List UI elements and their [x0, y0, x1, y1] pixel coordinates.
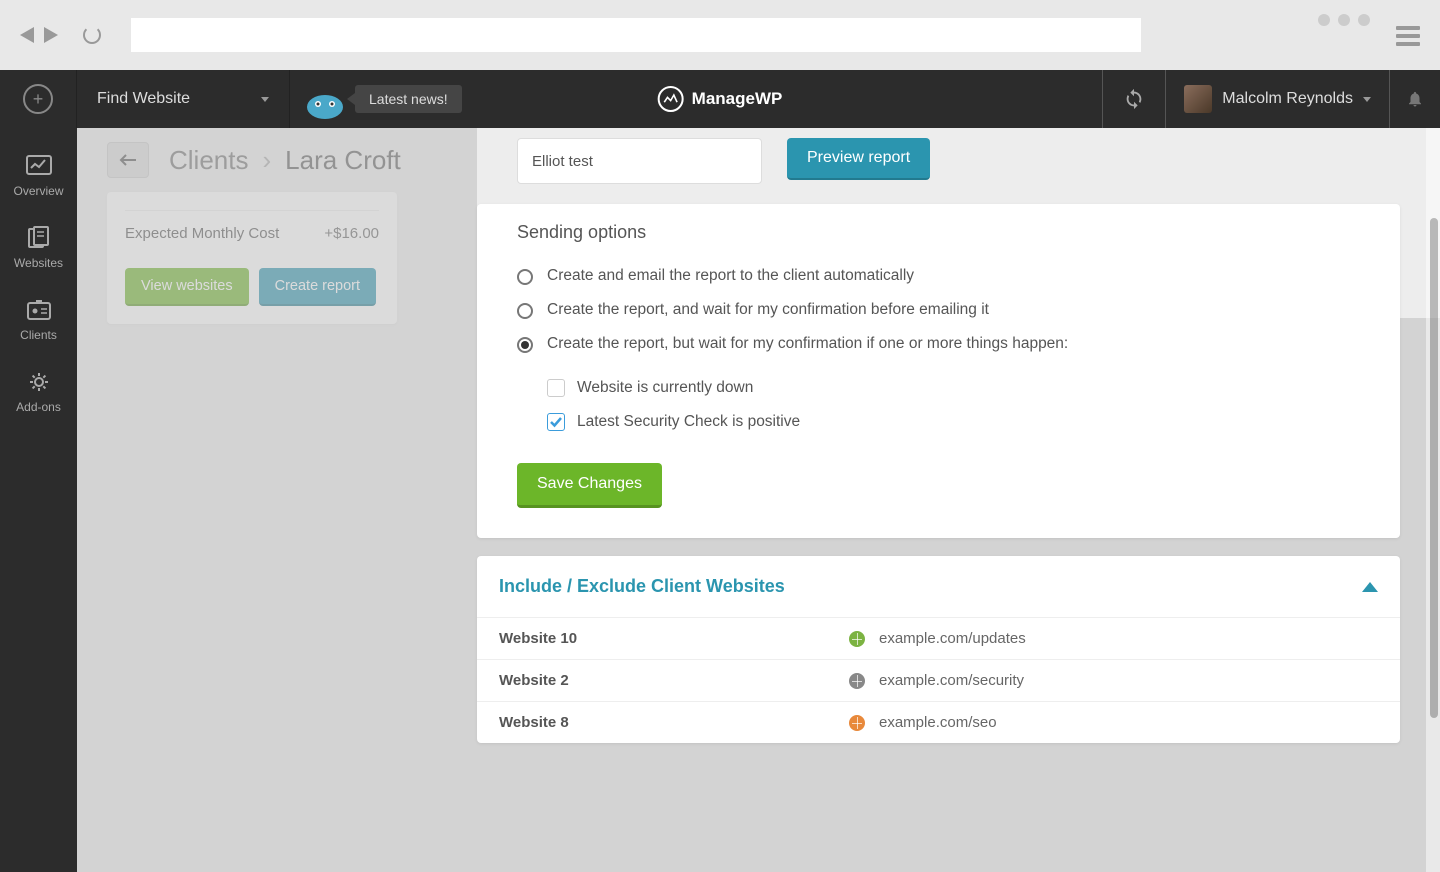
radio-conditional-label: Create the report, but wait for my confi… — [547, 335, 1068, 353]
site-url: example.com/security — [879, 672, 1024, 689]
find-website-label: Find Website — [97, 90, 190, 108]
find-website-dropdown[interactable]: Find Website — [77, 70, 290, 128]
globe-icon — [849, 673, 865, 689]
radio-auto-label: Create and email the report to the clien… — [547, 267, 914, 285]
mascot-icon — [300, 79, 350, 119]
radio-confirm[interactable] — [517, 303, 533, 319]
checkbox-security-check-label: Latest Security Check is positive — [577, 413, 800, 431]
breadcrumb-current: Lara Croft — [285, 145, 401, 176]
sending-options-title: Sending options — [517, 204, 1360, 259]
notifications-button[interactable] — [1390, 70, 1440, 128]
site-url: example.com/seo — [879, 714, 997, 731]
radio-auto[interactable] — [517, 269, 533, 285]
gear-icon — [25, 370, 53, 394]
scrollbar-thumb[interactable] — [1430, 218, 1438, 718]
avatar — [1184, 85, 1212, 113]
sidebar-item-addons[interactable]: Add-ons — [0, 356, 77, 428]
radio-conditional[interactable] — [517, 337, 533, 353]
arrow-left-icon — [118, 153, 138, 167]
preview-report-button[interactable]: Preview report — [787, 138, 930, 180]
window-dots — [1318, 14, 1370, 26]
sidebar-item-label: Websites — [14, 256, 63, 270]
plus-icon: + — [23, 84, 53, 114]
sending-options-panel: Sending options Create and email the rep… — [477, 204, 1400, 538]
cost-card: Expected Monthly Cost +$16.00 View websi… — [107, 192, 397, 324]
url-bar[interactable] — [131, 18, 1141, 52]
app-header: + Find Website Latest news! ManageWP Mal… — [0, 70, 1440, 128]
brand-name: ManageWP — [692, 89, 783, 109]
reload-icon[interactable] — [83, 26, 101, 44]
cost-label: Expected Monthly Cost — [125, 225, 279, 242]
id-card-icon — [25, 298, 53, 322]
chevron-right-icon: › — [262, 145, 271, 176]
site-name: Website 8 — [499, 714, 849, 731]
news-bubble[interactable]: Latest news! — [355, 85, 462, 113]
site-row[interactable]: Website 10 example.com/updates — [477, 617, 1400, 659]
bell-icon — [1406, 89, 1424, 109]
hamburger-icon[interactable] — [1396, 26, 1420, 46]
site-row[interactable]: Website 2 example.com/security — [477, 659, 1400, 701]
checkbox-security-check[interactable] — [547, 413, 565, 431]
logo: ManageWP — [658, 86, 783, 112]
browser-back-button[interactable] — [20, 27, 34, 43]
radio-confirm-label: Create the report, and wait for my confi… — [547, 301, 989, 319]
chevron-down-icon — [1363, 97, 1371, 102]
browser-forward-button[interactable] — [44, 27, 58, 43]
user-name: Malcolm Reynolds — [1222, 90, 1353, 108]
sync-icon — [1123, 88, 1145, 110]
chart-icon — [25, 154, 53, 178]
globe-icon — [849, 631, 865, 647]
user-menu[interactable]: Malcolm Reynolds — [1166, 70, 1390, 128]
view-websites-button[interactable]: View websites — [125, 268, 249, 306]
checkbox-website-down-label: Website is currently down — [577, 379, 753, 397]
save-changes-button[interactable]: Save Changes — [517, 463, 662, 508]
scrollbar[interactable] — [1426, 128, 1440, 872]
site-name: Website 2 — [499, 672, 849, 689]
breadcrumb-parent[interactable]: Clients — [169, 145, 248, 176]
checkbox-website-down[interactable] — [547, 379, 565, 397]
main-area: Clients › Lara Croft Expected Monthly Co… — [77, 128, 1440, 872]
globe-icon — [849, 715, 865, 731]
site-url: example.com/updates — [879, 630, 1026, 647]
add-button[interactable]: + — [0, 70, 77, 128]
chevron-down-icon — [261, 97, 269, 102]
sidebar-item-label: Add-ons — [16, 400, 61, 414]
report-name-input[interactable] — [517, 138, 762, 184]
site-row[interactable]: Website 8 example.com/seo — [477, 701, 1400, 743]
sidebar-item-websites[interactable]: Websites — [0, 212, 77, 284]
create-report-button[interactable]: Create report — [259, 268, 376, 306]
include-exclude-title: Include / Exclude Client Websites — [499, 576, 785, 597]
sidebar-item-label: Overview — [13, 184, 63, 198]
back-button[interactable] — [107, 142, 149, 178]
news-label: Latest news! — [369, 91, 448, 107]
browser-chrome — [0, 0, 1440, 70]
files-icon — [25, 226, 53, 250]
collapse-toggle[interactable] — [1362, 582, 1378, 592]
logo-icon — [658, 86, 684, 112]
sidebar-item-label: Clients — [20, 328, 57, 342]
cost-value: +$16.00 — [324, 225, 379, 242]
sidebar-item-overview[interactable]: Overview — [0, 140, 77, 212]
sync-button[interactable] — [1102, 70, 1166, 128]
check-icon — [549, 415, 563, 429]
sidebar-item-clients[interactable]: Clients — [0, 284, 77, 356]
sidebar: Overview Websites Clients Add-ons — [0, 128, 77, 872]
include-exclude-panel: Include / Exclude Client Websites Websit… — [477, 556, 1400, 743]
site-name: Website 10 — [499, 630, 849, 647]
